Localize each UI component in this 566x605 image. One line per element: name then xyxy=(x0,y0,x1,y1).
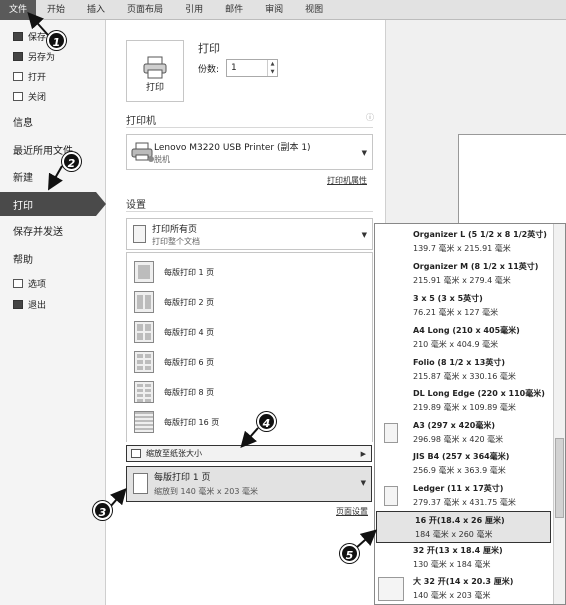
callout-badge-3: 3 xyxy=(93,501,112,520)
callout-badge-2: 2 xyxy=(62,152,81,171)
callout-badge-5: 5 xyxy=(340,544,359,563)
callout-badge-1: 1 xyxy=(47,31,66,50)
callout-badge-4: 4 xyxy=(257,412,276,431)
callout-arrows xyxy=(27,12,377,549)
